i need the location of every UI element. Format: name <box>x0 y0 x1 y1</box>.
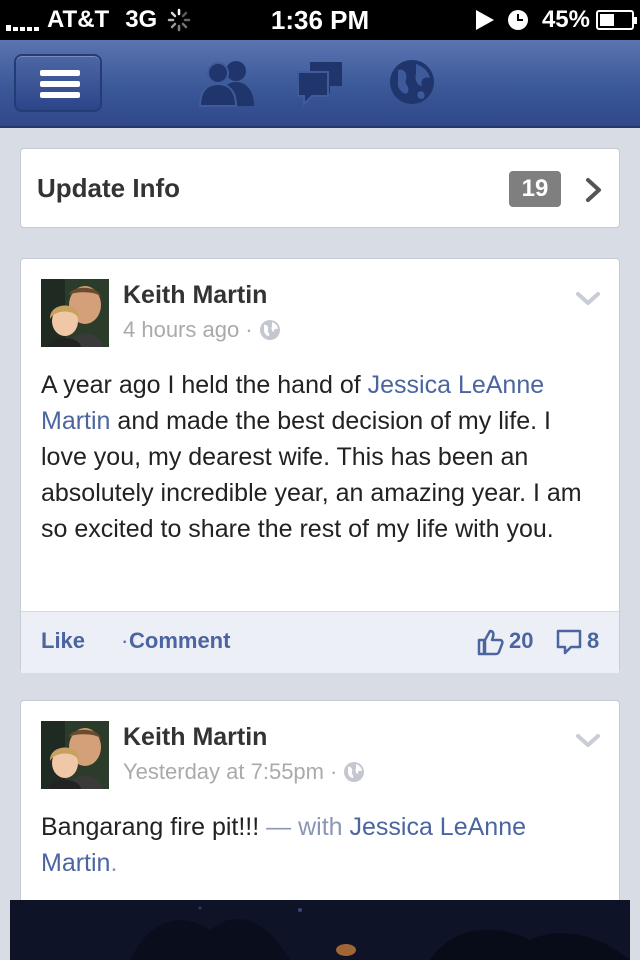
post-text: A year ago I held the hand of Jessica Le… <box>41 367 601 547</box>
menu-icon <box>40 70 80 76</box>
avatar-photo <box>41 721 109 789</box>
thumbs-up-icon <box>477 629 504 656</box>
post-text-segment: A year ago I held the hand of <box>41 371 368 399</box>
chevron-down-icon[interactable] <box>575 733 601 749</box>
meta-separator: · <box>330 759 338 784</box>
menu-icon-bar <box>40 92 80 98</box>
friends-icon[interactable] <box>198 58 256 108</box>
update-info-card[interactable]: Update Info 19 <box>20 148 620 228</box>
feed-post: Keith Martin 4 hours ago · A year ago I … <box>20 258 620 673</box>
public-globe-icon <box>259 320 280 340</box>
post-author[interactable]: Keith Martin <box>123 281 267 310</box>
navigation-bar <box>0 40 640 128</box>
globe-icon[interactable] <box>388 58 436 106</box>
chevron-down-icon[interactable] <box>575 291 601 307</box>
play-icon <box>475 10 494 30</box>
with-text: — with <box>266 813 350 841</box>
menu-button[interactable] <box>14 54 102 112</box>
alarm-clock-icon <box>507 10 528 30</box>
messages-icon[interactable] <box>294 58 346 108</box>
comment-button[interactable]: Comment <box>129 628 230 654</box>
avatar[interactable] <box>41 279 109 347</box>
comment-bubble-icon <box>556 629 582 655</box>
battery-percent: 45% <box>541 6 590 33</box>
like-count[interactable]: 20 <box>509 628 533 654</box>
post-meta: Yesterday at 7:55pm · <box>123 759 365 785</box>
public-globe-icon <box>344 762 365 782</box>
battery-icon <box>596 10 637 30</box>
chevron-right-icon <box>586 178 601 202</box>
post-text-segment: and made the best decision of my life. I… <box>41 407 582 543</box>
menu-icon-bar <box>40 81 80 87</box>
status-bar: AT&T 3G 1:36 PM 45% <box>0 0 640 40</box>
with-text: . <box>110 849 118 877</box>
post-timestamp[interactable]: Yesterday at 7:55pm <box>123 759 324 785</box>
photo-image <box>10 900 630 960</box>
avatar[interactable] <box>41 721 109 789</box>
avatar-photo <box>41 279 109 347</box>
comment-count[interactable]: 8 <box>587 628 599 654</box>
status-right: 45% <box>475 6 637 34</box>
meta-separator: · <box>245 317 253 342</box>
post-text-segment: Bangarang fire pit!!! <box>41 813 267 841</box>
post-timestamp[interactable]: 4 hours ago <box>123 317 239 343</box>
action-separator: · <box>121 628 129 653</box>
battery-fill <box>600 14 614 26</box>
post-text: Bangarang fire pit!!! — with Jessica LeA… <box>41 809 601 881</box>
post-footer: Like · Comment 20 8 <box>21 611 619 673</box>
update-info-label: Update Info <box>37 173 180 203</box>
post-author[interactable]: Keith Martin <box>123 723 267 752</box>
post-photo[interactable] <box>10 900 630 960</box>
update-count-badge: 19 <box>509 171 561 207</box>
like-button[interactable]: Like <box>41 628 85 654</box>
post-meta: 4 hours ago · <box>123 317 281 343</box>
